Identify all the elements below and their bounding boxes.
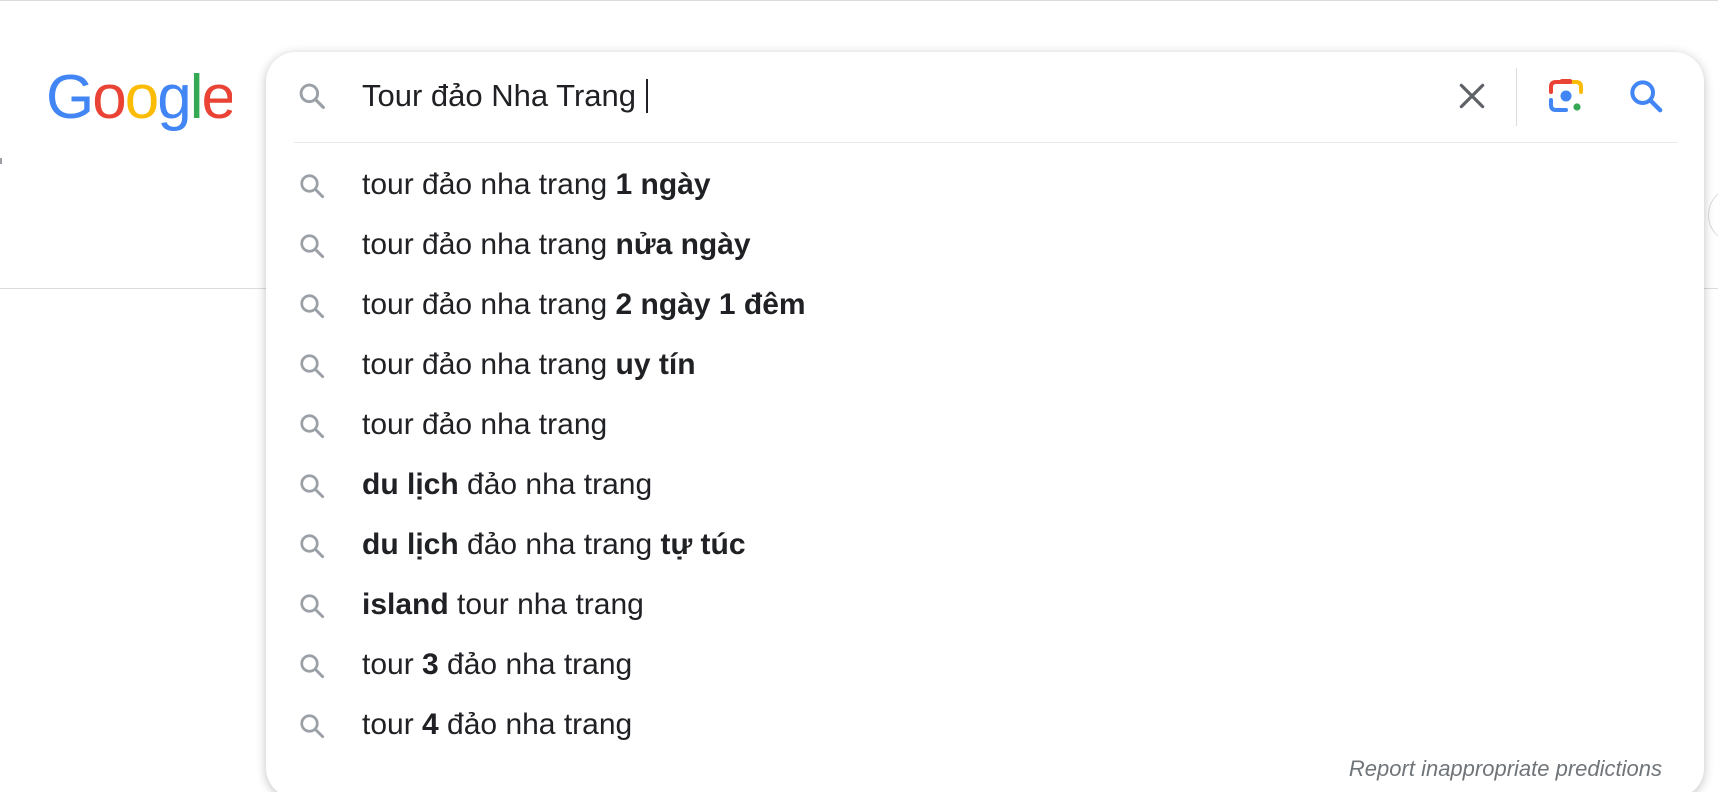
suggestion-match: tour đảo nha trang bbox=[362, 348, 616, 381]
search-bar: Tour đảo Nha Trang bbox=[266, 52, 1704, 140]
suggestion-match: tour đảo nha trang bbox=[362, 408, 608, 441]
search-icon bbox=[297, 591, 327, 621]
suggestion-completion: nửa ngày bbox=[615, 228, 751, 261]
suggestion-completion: tự túc bbox=[660, 528, 746, 561]
suggestion-text: tour đảo nha trang 2 ngày 1 đêm bbox=[362, 285, 806, 325]
logo-letter: o bbox=[125, 66, 157, 132]
suggestion-completion: du lịch bbox=[362, 528, 459, 561]
top-border bbox=[0, 0, 1718, 1]
suggestion-completion: 1 ngày bbox=[615, 168, 711, 201]
suggestion-item-3[interactable]: tour đảo nha trang 2 ngày 1 đêm bbox=[266, 275, 1704, 335]
search-icon bbox=[297, 651, 327, 681]
search-input[interactable]: Tour đảo Nha Trang bbox=[362, 76, 649, 116]
suggestion-match: tour bbox=[362, 708, 423, 741]
search-icon bbox=[297, 471, 327, 501]
suggestion-completion: island bbox=[362, 588, 449, 621]
search-autocomplete-panel: Tour đảo Nha Trang tour đảo nha trang 1 … bbox=[266, 52, 1704, 792]
suggestion-text: du lịch đảo nha trang tự túc bbox=[362, 525, 746, 565]
search-icon bbox=[297, 711, 327, 741]
search-icon bbox=[297, 531, 327, 561]
suggestion-item-7[interactable]: du lịch đảo nha trang tự túc bbox=[266, 515, 1704, 575]
suggestion-text: island tour nha trang bbox=[362, 585, 644, 625]
logo-letter: l bbox=[190, 66, 202, 132]
search-icon bbox=[297, 291, 327, 321]
suggestion-match: đảo nha trang bbox=[438, 648, 633, 681]
search-bar-separator bbox=[294, 142, 1678, 143]
clear-search-button[interactable] bbox=[1448, 72, 1496, 120]
suggestion-item-9[interactable]: tour 3 đảo nha trang bbox=[266, 635, 1704, 695]
suggestion-text: tour đảo nha trang 1 ngày bbox=[362, 165, 711, 205]
suggestion-completion: 4 bbox=[422, 708, 439, 741]
suggestion-completion: 3 bbox=[422, 648, 439, 681]
suggestion-item-6[interactable]: du lịch đảo nha trang bbox=[266, 455, 1704, 515]
logo-letter: g bbox=[157, 66, 189, 132]
suggestion-item-2[interactable]: tour đảo nha trang nửa ngày bbox=[266, 215, 1704, 275]
search-icon bbox=[297, 411, 327, 441]
svg-text:Google: Google bbox=[46, 66, 232, 132]
search-icon bbox=[296, 80, 328, 112]
suggestion-match: tour bbox=[362, 648, 423, 681]
search-submit-button[interactable] bbox=[1620, 70, 1672, 122]
search-by-image-button[interactable] bbox=[1540, 70, 1592, 122]
report-predictions-link[interactable]: Report inappropriate predictions bbox=[1349, 756, 1662, 782]
text-caret bbox=[646, 78, 649, 113]
camera-lens-icon bbox=[1549, 79, 1583, 112]
suggestion-text: tour 3 đảo nha trang bbox=[362, 645, 632, 685]
logo-letter: o bbox=[92, 66, 124, 132]
suggestion-match: tour đảo nha trang bbox=[362, 168, 616, 201]
suggestion-match: đảo nha trang bbox=[458, 528, 661, 561]
suggestion-match: tour đảo nha trang bbox=[362, 288, 616, 321]
suggestion-list: tour đảo nha trang 1 ngày tour đảo nha t… bbox=[266, 155, 1704, 755]
suggestion-item-4[interactable]: tour đảo nha trang uy tín bbox=[266, 335, 1704, 395]
search-icon bbox=[297, 351, 327, 381]
suggestion-match: tour đảo nha trang bbox=[362, 228, 616, 261]
suggestion-completion: uy tín bbox=[615, 348, 696, 381]
search-query-text: Tour đảo Nha Trang bbox=[362, 78, 637, 113]
google-search-page: Google Tour đảo Nha Trang tour đảo nha t… bbox=[0, 0, 1718, 792]
left-edge-mark bbox=[0, 158, 2, 164]
suggestion-text: du lịch đảo nha trang bbox=[362, 465, 652, 505]
logo-letter: G bbox=[46, 66, 92, 132]
close-icon bbox=[1459, 83, 1485, 109]
suggestion-match: đảo nha trang bbox=[438, 708, 633, 741]
google-logo[interactable]: Google bbox=[46, 66, 232, 134]
suggestion-item-5[interactable]: tour đảo nha trang bbox=[266, 395, 1704, 455]
suggestion-item-10[interactable]: tour 4 đảo nha trang bbox=[266, 695, 1704, 755]
toolbar-divider bbox=[1516, 68, 1517, 126]
suggestion-text: tour đảo nha trang bbox=[362, 405, 607, 445]
right-edge-button[interactable] bbox=[1708, 190, 1718, 240]
suggestion-text: tour 4 đảo nha trang bbox=[362, 705, 632, 745]
suggestion-match: tour nha trang bbox=[448, 588, 644, 621]
google-logo-wordmark: Google bbox=[46, 66, 232, 132]
logo-letter: e bbox=[201, 66, 232, 132]
search-icon bbox=[297, 171, 327, 201]
suggestion-completion: du lịch bbox=[362, 468, 459, 501]
suggestion-item-1[interactable]: tour đảo nha trang 1 ngày bbox=[266, 155, 1704, 215]
suggestion-text: tour đảo nha trang uy tín bbox=[362, 345, 696, 385]
search-icon bbox=[1630, 80, 1663, 113]
suggestion-match: đảo nha trang bbox=[458, 468, 653, 501]
suggestion-completion: 2 ngày 1 đêm bbox=[615, 288, 806, 321]
suggestion-item-8[interactable]: island tour nha trang bbox=[266, 575, 1704, 635]
search-icon bbox=[297, 231, 327, 261]
suggestion-text: tour đảo nha trang nửa ngày bbox=[362, 225, 751, 265]
